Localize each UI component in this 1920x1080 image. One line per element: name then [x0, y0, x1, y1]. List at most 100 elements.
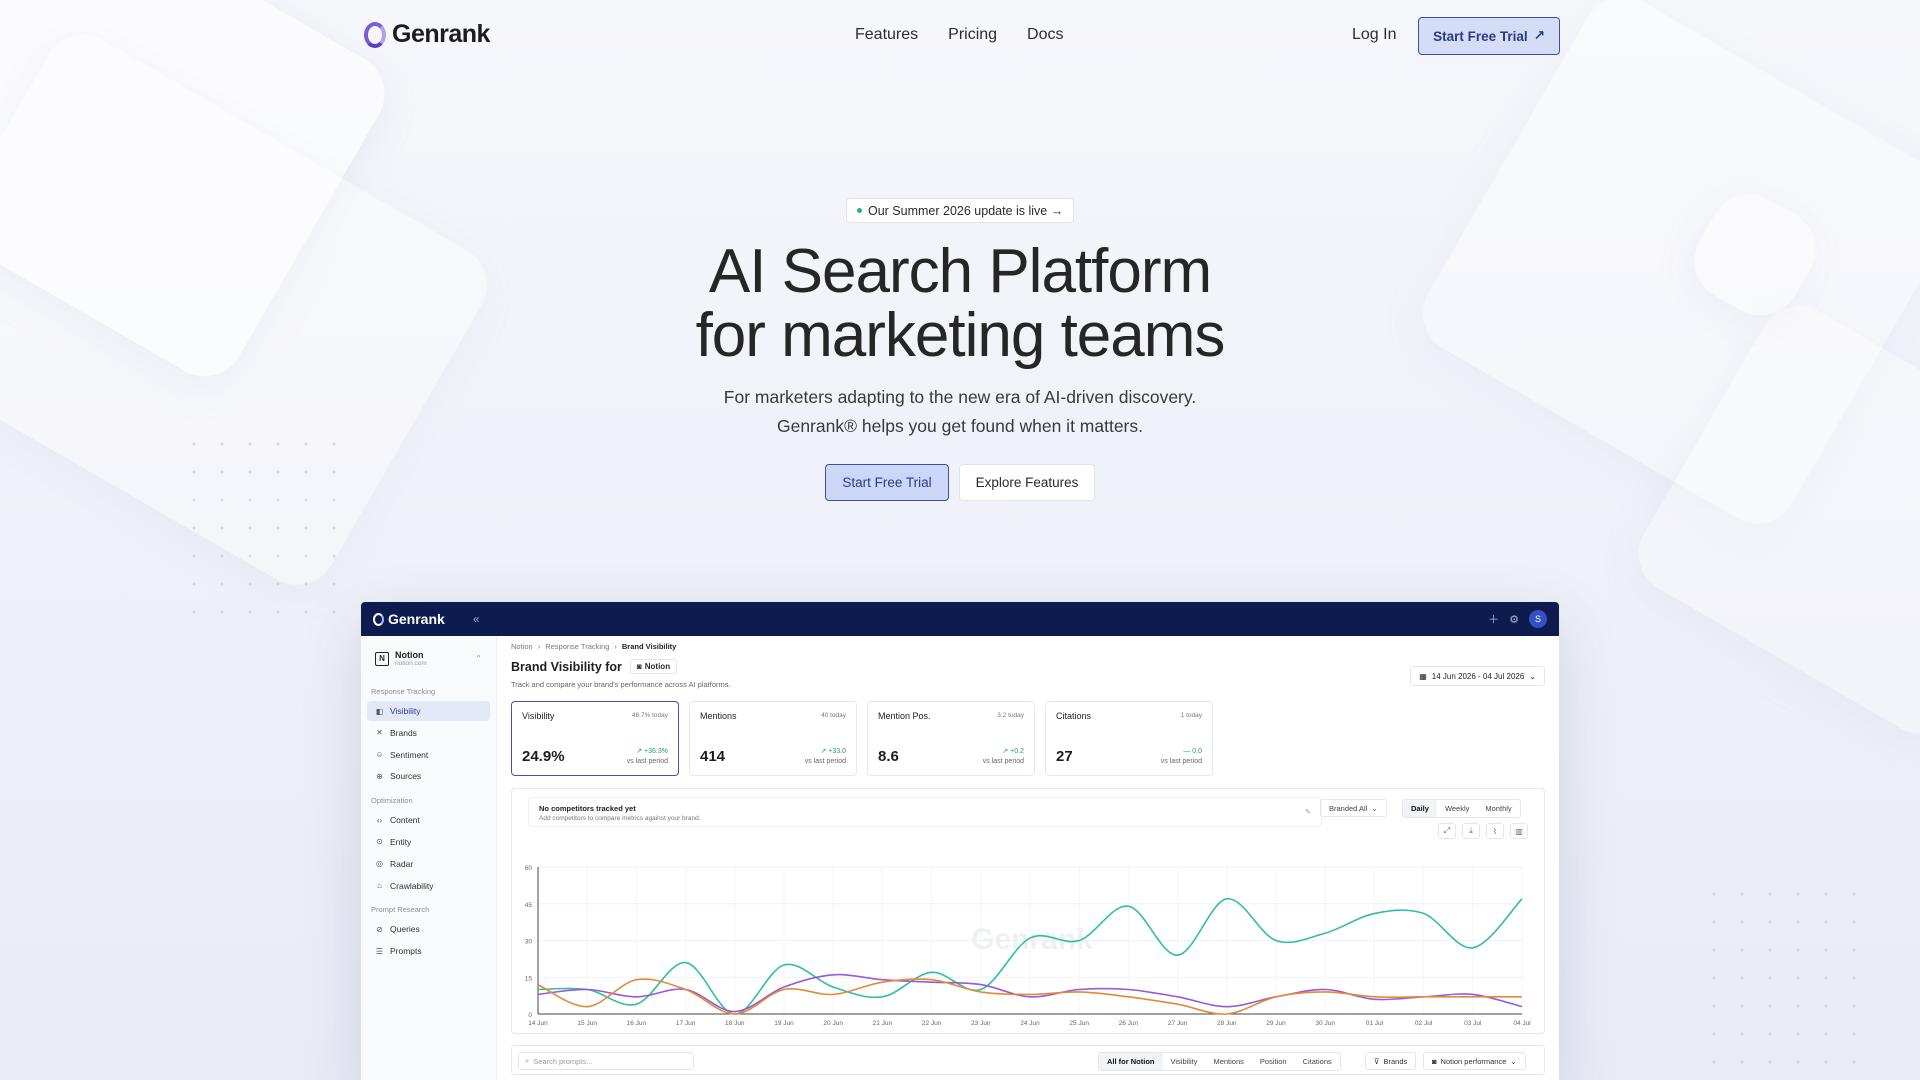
kpi-cards: Visibility 46.7% today 24.9% ↗ +36.3% vs las…	[511, 701, 1545, 776]
explore-features-button[interactable]: Explore Features	[959, 464, 1095, 501]
sidebar-section-title: Prompt Research	[371, 905, 430, 915]
branded-filter[interactable]: Branded All ⌄	[1320, 799, 1387, 817]
kpi-card-visibility[interactable]: Visibility 46.7% today 24.9% ↗ +36.3% vs las…	[511, 701, 679, 776]
notice-subtitle: Add competitors to compare metrics again…	[539, 815, 701, 822]
y-tick-label: 45	[525, 902, 533, 909]
workspace-name: Notion	[395, 650, 424, 660]
branded-filter-label: Branded All	[1329, 803, 1368, 813]
tab-citations[interactable]: Citations	[1295, 1053, 1340, 1070]
kpi-comparison: vs last period	[804, 758, 846, 765]
search-prompts-input[interactable]: ⌕ Search prompts...	[518, 1052, 694, 1070]
sidebar-item-label: Radar	[390, 858, 414, 869]
nav-link-docs[interactable]: Docs	[1027, 26, 1063, 44]
edit-icon[interactable]: ✎	[1305, 808, 1311, 816]
workspace-switcher[interactable]: N Notion notion.com ⌃	[367, 646, 490, 679]
sidebar-item-crawlability[interactable]: ⌂ Crawlability	[367, 876, 490, 896]
prompts-toolbar: ⌕ Search prompts... All for Notion Visib…	[511, 1045, 1545, 1075]
line-chart-icon[interactable]: ⌇	[1486, 823, 1504, 839]
collapse-sidebar-icon[interactable]: «	[473, 612, 480, 626]
x-tick-label: 28 Jun	[1217, 1020, 1237, 1027]
sidebar-item-prompts[interactable]: ☰ Prompts	[367, 941, 490, 961]
x-tick-label: 21 Jun	[873, 1020, 893, 1027]
nav-link-pricing[interactable]: Pricing	[948, 26, 997, 44]
sidebar-section-title: Response Tracking	[371, 687, 436, 696]
nav-cta-label: Start Free Trial	[1433, 28, 1528, 44]
brand-chip[interactable]: ◙ Notion	[629, 659, 678, 674]
search-placeholder: Search prompts...	[533, 1056, 593, 1066]
hero-subtitle-line-2: Genrank® helps you get found when it mat…	[776, 416, 1143, 436]
sidebar-item-label: Entity	[390, 836, 412, 847]
brand-logo[interactable]: Genrank	[364, 20, 490, 49]
crawlability-icon: ⌂	[377, 881, 382, 891]
performance-dropdown[interactable]: ◙ Notion performance ⌄	[1423, 1052, 1526, 1070]
kpi-delta: ↗ +33.0	[820, 748, 846, 755]
x-tick-label: 01 Jul	[1366, 1020, 1384, 1027]
tab-mentions[interactable]: Mentions	[1205, 1053, 1251, 1070]
login-link[interactable]: Log In	[1352, 26, 1396, 44]
period-weekly[interactable]: Weekly	[1437, 800, 1477, 817]
plus-icon[interactable]: ＋	[1488, 611, 1499, 627]
announcement-badge[interactable]: Our Summer 2026 update is live →	[846, 198, 1075, 223]
date-range-picker[interactable]: ▦ 14 Jun 2026 - 04 Jul 2026 ⌄	[1410, 666, 1545, 686]
kpi-card-citations[interactable]: Citations 1 today 27— 0.0 vs last period	[1045, 701, 1213, 776]
y-tick-label: 15	[525, 975, 533, 982]
avatar[interactable]: S	[1529, 610, 1547, 628]
app-preview: Genrank « ＋ ⚙ S N Notion notion.com ⌃ Re…	[361, 602, 1559, 1080]
performance-label: Notion performance	[1440, 1056, 1507, 1066]
competitor-notice: No competitors tracked yet Add competito…	[528, 797, 1322, 827]
tab-visibility[interactable]: Visibility	[1163, 1053, 1206, 1070]
gear-icon[interactable]: ⚙	[1509, 613, 1519, 626]
y-tick-label: 0	[528, 1012, 532, 1019]
x-tick-label: 18 Jun	[725, 1020, 745, 1027]
breadcrumb-item[interactable]: Notion	[511, 642, 533, 651]
arrow-up-right-icon: ↗	[1533, 28, 1545, 43]
sidebar-sections: Response Tracking ◧ Visibility ✕ Brands ☺ Sent…	[367, 679, 490, 961]
x-tick-label: 02 Jul	[1415, 1020, 1433, 1027]
period-monthly[interactable]: Monthly	[1477, 800, 1519, 817]
app-logo-icon	[373, 612, 384, 626]
kpi-delta: ↗ +36.3%	[636, 748, 668, 755]
chevron-updown-icon: ⌃	[475, 654, 482, 663]
tab-all-for-notion[interactable]: All for Notion	[1099, 1053, 1163, 1070]
kpi-card-mentions[interactable]: Mentions 40 today 414 ↗ +33.0 vs last period	[689, 701, 857, 776]
x-tick-label: 19 Jun	[774, 1020, 794, 1027]
logo-icon	[364, 21, 386, 48]
download-icon[interactable]: ⤓	[1462, 823, 1480, 839]
hero-start-trial-button[interactable]: Start Free Trial	[825, 464, 949, 501]
sidebar-item-content[interactable]: ‹› Content	[367, 810, 490, 830]
app-logo[interactable]: Genrank	[373, 611, 445, 627]
y-tick-label: 60	[525, 865, 533, 872]
sidebar-item-queries[interactable]: ⊘ Queries	[367, 919, 490, 939]
sidebar-item-radar[interactable]: ◎ Radar	[367, 854, 490, 874]
sentiment-icon: ☺	[375, 750, 384, 760]
nav-link-features[interactable]: Features	[855, 26, 918, 44]
sidebar-item-sources[interactable]: ⊕ Sources	[367, 766, 490, 786]
kpi-comparison: vs last period	[1160, 758, 1202, 765]
breadcrumb-item[interactable]: Response Tracking	[545, 642, 609, 651]
kpi-today: 3.2 today	[997, 712, 1024, 719]
period-daily[interactable]: Daily	[1403, 800, 1437, 817]
x-tick-label: 20 Jun	[823, 1020, 843, 1027]
topbar-actions: ＋ ⚙ S	[1488, 610, 1547, 628]
calendar-icon: ▦	[1419, 671, 1427, 681]
sidebar-item-sentiment[interactable]: ☺ Sentiment	[367, 745, 490, 765]
sidebar-item-visibility[interactable]: ◧ Visibility	[367, 701, 490, 721]
brands-icon: ✕	[376, 728, 383, 738]
workspace-domain: notion.com	[395, 660, 427, 667]
brands-filter-button[interactable]: ⊽ Brands	[1365, 1052, 1417, 1070]
bar-chart-icon[interactable]: ▥	[1510, 823, 1528, 839]
tab-position[interactable]: Position	[1252, 1053, 1295, 1070]
kpi-card-mention-pos[interactable]: Mention Pos. 3.2 today 8.6 ↗ +0.2 vs last pe…	[867, 701, 1035, 776]
hero-title-line-2: for marketing teams	[695, 301, 1226, 370]
expand-icon[interactable]: ⤢	[1438, 823, 1456, 839]
x-tick-label: 14 Jun	[528, 1020, 548, 1027]
page-title: Brand Visibility for	[511, 659, 622, 674]
nav-start-trial-button[interactable]: Start Free Trial ↗	[1418, 17, 1560, 55]
sidebar-item-brands[interactable]: ✕ Brands	[367, 723, 490, 743]
kpi-today: 46.7% today	[631, 712, 668, 719]
filter-icon: ⊽	[1374, 1056, 1380, 1066]
sidebar-item-entity[interactable]: ⊙ Entity	[367, 832, 490, 852]
chart-tools: ⤢ ⤓ ⌇ ▥	[1438, 823, 1528, 839]
x-tick-label: 15 Jun	[577, 1020, 597, 1027]
sources-icon: ⊕	[376, 771, 383, 781]
